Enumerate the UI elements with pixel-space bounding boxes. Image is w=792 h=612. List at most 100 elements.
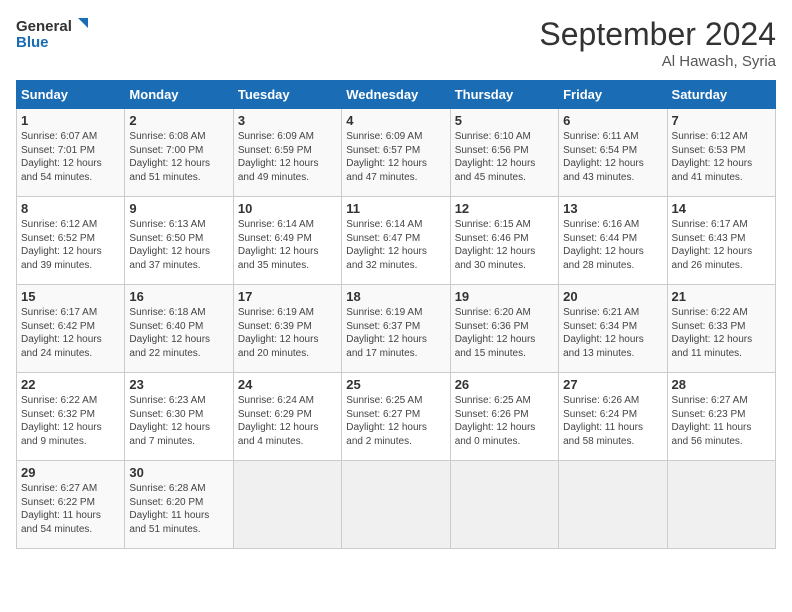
col-header-saturday: Saturday bbox=[667, 81, 775, 109]
day-number: 20 bbox=[563, 289, 662, 304]
calendar-cell bbox=[233, 461, 341, 549]
day-number: 17 bbox=[238, 289, 337, 304]
logo: General Blue bbox=[16, 16, 96, 52]
day-number: 6 bbox=[563, 113, 662, 128]
calendar-cell: 30 Sunrise: 6:28 AMSunset: 6:20 PMDayligh… bbox=[125, 461, 233, 549]
day-detail: Sunrise: 6:15 AMSunset: 6:46 PMDaylight:… bbox=[455, 218, 554, 272]
day-number: 12 bbox=[455, 201, 554, 216]
day-detail: Sunrise: 6:19 AMSunset: 6:39 PMDaylight:… bbox=[238, 306, 337, 360]
day-detail: Sunrise: 6:28 AMSunset: 6:20 PMDaylight:… bbox=[129, 482, 228, 536]
calendar-cell: 25 Sunrise: 6:25 AMSunset: 6:27 PMDayligh… bbox=[342, 373, 450, 461]
col-header-monday: Monday bbox=[125, 81, 233, 109]
day-detail: Sunrise: 6:11 AMSunset: 6:54 PMDaylight:… bbox=[563, 130, 662, 184]
day-number: 13 bbox=[563, 201, 662, 216]
day-detail: Sunrise: 6:22 AMSunset: 6:33 PMDaylight:… bbox=[672, 306, 771, 360]
month-title: September 2024 bbox=[539, 16, 776, 53]
day-number: 18 bbox=[346, 289, 445, 304]
calendar-cell: 15 Sunrise: 6:17 AMSunset: 6:42 PMDayligh… bbox=[17, 285, 125, 373]
day-detail: Sunrise: 6:09 AMSunset: 6:59 PMDaylight:… bbox=[238, 130, 337, 184]
svg-text:Blue: Blue bbox=[16, 34, 49, 51]
calendar-cell: 4 Sunrise: 6:09 AMSunset: 6:57 PMDaylight… bbox=[342, 109, 450, 197]
calendar-cell: 28 Sunrise: 6:27 AMSunset: 6:23 PMDayligh… bbox=[667, 373, 775, 461]
day-number: 1 bbox=[21, 113, 120, 128]
calendar-cell: 13 Sunrise: 6:16 AMSunset: 6:44 PMDayligh… bbox=[559, 197, 667, 285]
calendar-cell: 10 Sunrise: 6:14 AMSunset: 6:49 PMDayligh… bbox=[233, 197, 341, 285]
day-number: 16 bbox=[129, 289, 228, 304]
calendar-table: SundayMondayTuesdayWednesdayThursdayFrid… bbox=[16, 80, 776, 549]
calendar-cell: 3 Sunrise: 6:09 AMSunset: 6:59 PMDaylight… bbox=[233, 109, 341, 197]
day-number: 25 bbox=[346, 377, 445, 392]
day-number: 23 bbox=[129, 377, 228, 392]
day-detail: Sunrise: 6:18 AMSunset: 6:40 PMDaylight:… bbox=[129, 306, 228, 360]
day-detail: Sunrise: 6:07 AMSunset: 7:01 PMDaylight:… bbox=[21, 130, 120, 184]
day-detail: Sunrise: 6:13 AMSunset: 6:50 PMDaylight:… bbox=[129, 218, 228, 272]
day-detail: Sunrise: 6:26 AMSunset: 6:24 PMDaylight:… bbox=[563, 394, 662, 448]
day-detail: Sunrise: 6:27 AMSunset: 6:22 PMDaylight:… bbox=[21, 482, 120, 536]
logo-icon: General Blue bbox=[16, 16, 96, 52]
calendar-cell: 1 Sunrise: 6:07 AMSunset: 7:01 PMDaylight… bbox=[17, 109, 125, 197]
day-detail: Sunrise: 6:20 AMSunset: 6:36 PMDaylight:… bbox=[455, 306, 554, 360]
day-number: 7 bbox=[672, 113, 771, 128]
day-detail: Sunrise: 6:24 AMSunset: 6:29 PMDaylight:… bbox=[238, 394, 337, 448]
day-number: 8 bbox=[21, 201, 120, 216]
col-header-friday: Friday bbox=[559, 81, 667, 109]
day-number: 28 bbox=[672, 377, 771, 392]
day-detail: Sunrise: 6:12 AMSunset: 6:53 PMDaylight:… bbox=[672, 130, 771, 184]
calendar-cell: 14 Sunrise: 6:17 AMSunset: 6:43 PMDayligh… bbox=[667, 197, 775, 285]
day-number: 26 bbox=[455, 377, 554, 392]
page-header: General Blue September 2024 Al Hawash, S… bbox=[16, 16, 776, 70]
col-header-tuesday: Tuesday bbox=[233, 81, 341, 109]
day-number: 9 bbox=[129, 201, 228, 216]
calendar-cell: 21Sunrise: 6:22 AMSunset: 6:33 PMDayligh… bbox=[667, 285, 775, 373]
day-detail: Sunrise: 6:27 AMSunset: 6:23 PMDaylight:… bbox=[672, 394, 771, 448]
day-number: 2 bbox=[129, 113, 228, 128]
calendar-cell: 7 Sunrise: 6:12 AMSunset: 6:53 PMDaylight… bbox=[667, 109, 775, 197]
calendar-cell bbox=[450, 461, 558, 549]
calendar-cell: 6 Sunrise: 6:11 AMSunset: 6:54 PMDaylight… bbox=[559, 109, 667, 197]
calendar-cell: 12 Sunrise: 6:15 AMSunset: 6:46 PMDayligh… bbox=[450, 197, 558, 285]
day-number: 30 bbox=[129, 465, 228, 480]
day-number: 15 bbox=[21, 289, 120, 304]
day-number: 29 bbox=[21, 465, 120, 480]
day-number: 3 bbox=[238, 113, 337, 128]
calendar-cell: 18 Sunrise: 6:19 AMSunset: 6:37 PMDayligh… bbox=[342, 285, 450, 373]
col-header-thursday: Thursday bbox=[450, 81, 558, 109]
day-number: 22 bbox=[21, 377, 120, 392]
calendar-cell: 16 Sunrise: 6:18 AMSunset: 6:40 PMDayligh… bbox=[125, 285, 233, 373]
calendar-cell: 20Sunrise: 6:21 AMSunset: 6:34 PMDayligh… bbox=[559, 285, 667, 373]
calendar-cell: 2 Sunrise: 6:08 AMSunset: 7:00 PMDaylight… bbox=[125, 109, 233, 197]
day-detail: Sunrise: 6:22 AMSunset: 6:32 PMDaylight:… bbox=[21, 394, 120, 448]
day-detail: Sunrise: 6:19 AMSunset: 6:37 PMDaylight:… bbox=[346, 306, 445, 360]
day-number: 10 bbox=[238, 201, 337, 216]
day-detail: Sunrise: 6:14 AMSunset: 6:49 PMDaylight:… bbox=[238, 218, 337, 272]
calendar-cell: 17 Sunrise: 6:19 AMSunset: 6:39 PMDayligh… bbox=[233, 285, 341, 373]
day-detail: Sunrise: 6:12 AMSunset: 6:52 PMDaylight:… bbox=[21, 218, 120, 272]
day-detail: Sunrise: 6:16 AMSunset: 6:44 PMDaylight:… bbox=[563, 218, 662, 272]
day-detail: Sunrise: 6:25 AMSunset: 6:27 PMDaylight:… bbox=[346, 394, 445, 448]
calendar-cell: 29 Sunrise: 6:27 AMSunset: 6:22 PMDayligh… bbox=[17, 461, 125, 549]
calendar-cell: 11Sunrise: 6:14 AMSunset: 6:47 PMDayligh… bbox=[342, 197, 450, 285]
day-detail: Sunrise: 6:25 AMSunset: 6:26 PMDaylight:… bbox=[455, 394, 554, 448]
svg-text:General: General bbox=[16, 18, 72, 35]
day-number: 27 bbox=[563, 377, 662, 392]
day-detail: Sunrise: 6:08 AMSunset: 7:00 PMDaylight:… bbox=[129, 130, 228, 184]
day-detail: Sunrise: 6:17 AMSunset: 6:43 PMDaylight:… bbox=[672, 218, 771, 272]
calendar-cell: 24 Sunrise: 6:24 AMSunset: 6:29 PMDayligh… bbox=[233, 373, 341, 461]
calendar-cell: 26 Sunrise: 6:25 AMSunset: 6:26 PMDayligh… bbox=[450, 373, 558, 461]
calendar-cell: 23 Sunrise: 6:23 AMSunset: 6:30 PMDayligh… bbox=[125, 373, 233, 461]
calendar-cell bbox=[342, 461, 450, 549]
day-detail: Sunrise: 6:23 AMSunset: 6:30 PMDaylight:… bbox=[129, 394, 228, 448]
day-number: 4 bbox=[346, 113, 445, 128]
calendar-cell bbox=[559, 461, 667, 549]
day-detail: Sunrise: 6:09 AMSunset: 6:57 PMDaylight:… bbox=[346, 130, 445, 184]
day-number: 5 bbox=[455, 113, 554, 128]
day-detail: Sunrise: 6:17 AMSunset: 6:42 PMDaylight:… bbox=[21, 306, 120, 360]
day-number: 14 bbox=[672, 201, 771, 216]
day-number: 24 bbox=[238, 377, 337, 392]
calendar-cell: 9 Sunrise: 6:13 AMSunset: 6:50 PMDaylight… bbox=[125, 197, 233, 285]
location: Al Hawash, Syria bbox=[539, 53, 776, 70]
col-header-wednesday: Wednesday bbox=[342, 81, 450, 109]
calendar-cell: 8 Sunrise: 6:12 AMSunset: 6:52 PMDaylight… bbox=[17, 197, 125, 285]
day-number: 11 bbox=[346, 201, 445, 216]
calendar-cell: 5Sunrise: 6:10 AMSunset: 6:56 PMDaylight… bbox=[450, 109, 558, 197]
